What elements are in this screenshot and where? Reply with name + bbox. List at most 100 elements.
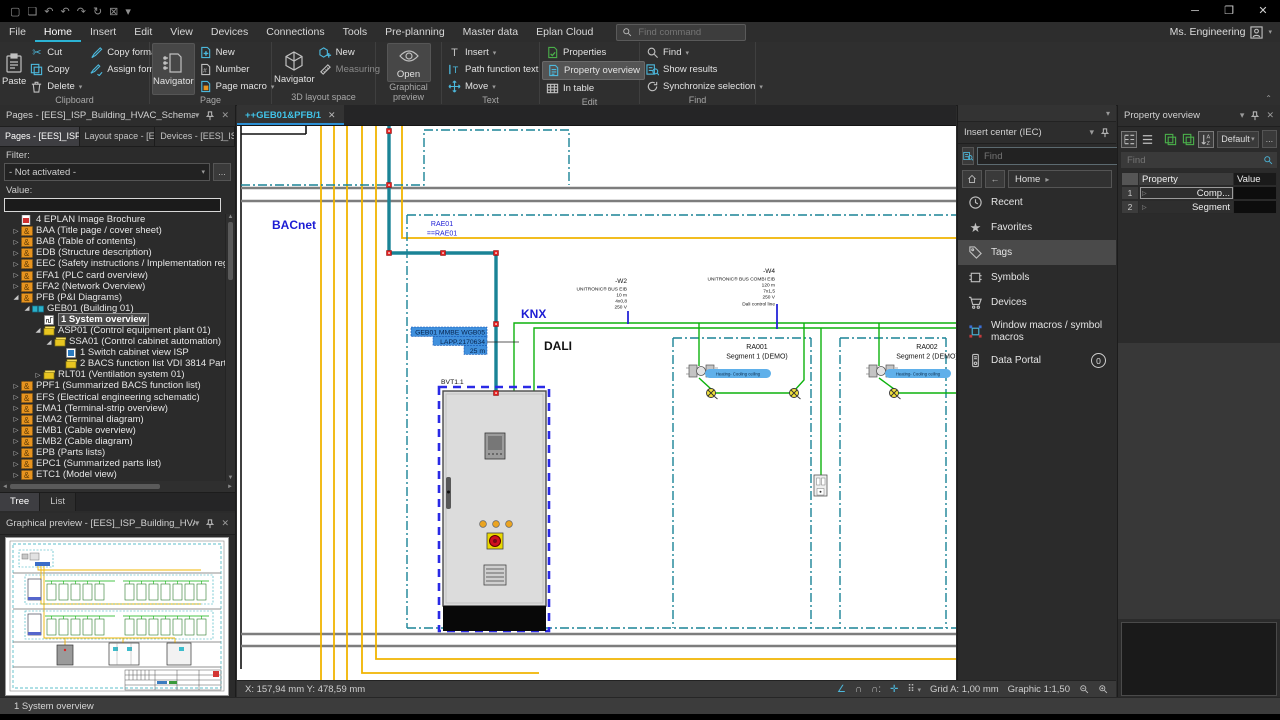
open-page-icon[interactable]: ❏ (27, 5, 37, 18)
find-command-box[interactable] (616, 24, 746, 41)
3d-new-button[interactable]: New (315, 44, 384, 61)
tree-item[interactable]: ▷&EFS (Electrical engineering schematic) (0, 392, 235, 403)
undo-arc-icon[interactable]: ↶ (44, 5, 53, 18)
tree-expander-icon[interactable]: ▷ (11, 426, 21, 434)
copy-button[interactable]: Copy (26, 61, 86, 78)
tree-expander-icon[interactable]: ◢ (11, 293, 21, 301)
tree-expander-icon[interactable]: ▷ (33, 371, 43, 379)
close-project-icon[interactable]: ⊠ (109, 5, 118, 18)
find-button[interactable]: Find▾ (642, 44, 767, 61)
page-navigator-button[interactable]: Navigator (152, 43, 195, 95)
tree-expander-icon[interactable]: ▷ (11, 471, 21, 479)
maximize-button[interactable]: ❐ (1212, 0, 1246, 22)
user-area[interactable]: Ms. Engineering ▾ (1170, 26, 1280, 39)
list-view-button[interactable] (1140, 132, 1154, 147)
redo-icon[interactable]: ↷ (77, 5, 86, 18)
tree-expander-icon[interactable]: ▷ (11, 238, 21, 246)
value-input[interactable] (4, 198, 221, 212)
property-cell[interactable]: ▷Segment (1139, 200, 1234, 214)
property-cell[interactable]: ▷Comp... (1139, 186, 1234, 200)
pin-icon[interactable] (1250, 111, 1260, 121)
document-tab[interactable]: ++GEB01&PFB/1 ✕ (237, 105, 344, 125)
row-expander-icon[interactable]: ▷ (1142, 190, 1147, 197)
tree-item[interactable]: ▷&BAB (Table of contents) (0, 236, 235, 247)
preview-thumbnail[interactable] (5, 537, 229, 696)
ribbon-tab-view[interactable]: View (161, 22, 202, 42)
tree-expander-icon[interactable]: ◢ (33, 326, 43, 334)
undo-icon[interactable]: ↶ (61, 5, 70, 18)
tree-horizontal-scrollbar[interactable]: ◄► (0, 481, 235, 492)
row-expander-icon[interactable]: ▷ (1142, 204, 1147, 211)
tree-item[interactable]: ▷&EMA1 (Terminal-strip overview) (0, 403, 235, 414)
column-property[interactable]: Property (1139, 172, 1234, 186)
tree-item[interactable]: ▷&EPB (Parts lists) (0, 447, 235, 458)
ribbon-tab-tools[interactable]: Tools (334, 22, 377, 42)
tree-item[interactable]: ▷&EMB1 (Cable overview) (0, 425, 235, 436)
panel-close-icon[interactable]: ✕ (1266, 110, 1274, 121)
tree-expander-icon[interactable]: ▷ (11, 449, 21, 457)
3d-navigator-button[interactable]: Navigator (274, 43, 315, 92)
tree-vertical-scrollbar[interactable]: ▲▼ (225, 214, 235, 481)
pages-panel-tab-0[interactable]: Pages - [EES]_ISP_... (0, 127, 80, 146)
delete-button[interactable]: Delete▾ (26, 78, 86, 95)
scheme-more-button[interactable]: ... (1262, 130, 1277, 148)
insert-filter-button[interactable] (962, 147, 974, 165)
tree-item[interactable]: 1 System overview (0, 314, 235, 325)
tree-expander-icon[interactable]: ▷ (11, 404, 21, 412)
tree-expander-icon[interactable]: ▷ (11, 460, 21, 468)
text-insert-button[interactable]: TInsert▾ (444, 44, 542, 61)
paste-properties-button[interactable] (1164, 132, 1178, 147)
insert-find-box[interactable] (977, 147, 1136, 165)
page-number-button[interactable]: #Number (195, 61, 279, 78)
tab-close-icon[interactable]: ✕ (328, 110, 336, 121)
redo-arc-icon[interactable]: ↻ (93, 5, 102, 18)
home-button[interactable] (962, 170, 982, 188)
tree-item[interactable]: ▷&EMA2 (Terminal diagram) (0, 414, 235, 425)
show-results-button[interactable]: Show results (642, 61, 767, 78)
knx-dali-bus[interactable] (514, 323, 956, 475)
filter-more-button[interactable]: ... (213, 163, 231, 181)
tree-expander-icon[interactable]: ▷ (11, 260, 21, 268)
property-row[interactable]: 1▷Comp... (1121, 186, 1277, 200)
insert-center-item-favorites[interactable]: ★Favorites (958, 215, 1116, 240)
value-cell[interactable] (1234, 186, 1277, 200)
ribbon-collapse-icon[interactable]: ⌃ (1265, 94, 1272, 103)
control-cabinet[interactable] (439, 387, 549, 631)
ribbon-tab-eplan-cloud[interactable]: Eplan Cloud (527, 22, 602, 42)
object-snap-icon[interactable]: ∩ (855, 684, 862, 695)
properties-button[interactable]: Properties (542, 44, 645, 61)
insert-center-item-devices[interactable]: Devices (958, 290, 1116, 315)
back-button[interactable]: ← (985, 170, 1005, 188)
value-cell[interactable] (1234, 200, 1277, 214)
pin-icon[interactable] (205, 519, 215, 529)
qat-more-icon[interactable]: ▾ (125, 5, 131, 18)
wall-switch-symbol[interactable] (814, 475, 827, 496)
tree-item[interactable]: ◢ASP01 (Control equipment plant 01) (0, 325, 235, 336)
lamp-symbols[interactable] (707, 389, 901, 400)
pages-panel-tab-1[interactable]: Layout space - [EE... (80, 127, 156, 146)
panel-close-icon[interactable]: ✕ (221, 110, 229, 121)
move-button[interactable]: Move▾ (444, 78, 542, 95)
dock-chevron-icon[interactable]: ▾ (1106, 109, 1110, 118)
tree-expander-icon[interactable]: ▷ (11, 271, 21, 279)
tree-item[interactable]: ▷RLT01 (Ventilation system 01) (0, 369, 235, 380)
column-value[interactable]: Value (1234, 172, 1277, 186)
tree-item[interactable]: ◢&PFB (P&I Diagrams) (0, 292, 235, 303)
tree-expander-icon[interactable]: ▷ (11, 437, 21, 445)
property-overview-button[interactable]: Property overview (542, 61, 645, 80)
selected-cable-labels[interactable]: GEB01 MMBE WGB05 LAPP.2170634 25 m (411, 327, 519, 355)
copy-properties-button[interactable] (1181, 132, 1195, 147)
filter-select[interactable]: - Not activated -▾ (4, 163, 210, 181)
tree-item[interactable]: ▷&ETC1 (Model view) (0, 469, 235, 480)
minimize-button[interactable]: ─ (1178, 0, 1212, 22)
panel-close-icon[interactable]: ✕ (221, 518, 229, 529)
tab-tree[interactable]: Tree (0, 493, 40, 511)
tree-item[interactable]: ▷&EFA2 (Network Overview) (0, 281, 235, 292)
page-macro-button[interactable]: Page macro▾ (195, 78, 279, 95)
insert-center-item-symbols[interactable]: Symbols (958, 265, 1116, 290)
paste-button[interactable]: Paste (2, 43, 26, 95)
selection-handles[interactable] (387, 129, 499, 396)
scheme-select[interactable]: Default▾ (1217, 131, 1258, 148)
panel-dropdown-icon[interactable]: ▾ (195, 518, 200, 529)
tree-expander-icon[interactable]: ▷ (11, 393, 21, 401)
